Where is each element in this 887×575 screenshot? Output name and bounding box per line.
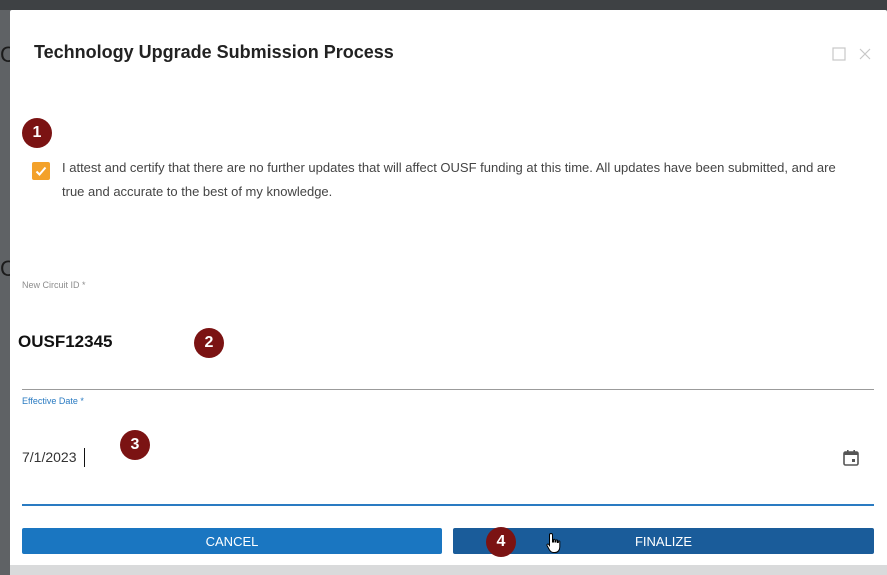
maximize-icon[interactable] — [831, 46, 847, 62]
checkmark-icon — [35, 166, 47, 176]
attest-checkbox[interactable] — [32, 162, 50, 180]
window-controls — [831, 46, 873, 62]
backdrop-text-fragment: C — [0, 42, 10, 67]
hand-pointer-icon — [546, 532, 561, 553]
text-caret — [84, 448, 85, 467]
circuit-id-underline — [22, 389, 874, 390]
attestation-text: I attest and certify that there are no f… — [62, 160, 836, 199]
effective-date-input[interactable] — [22, 449, 222, 465]
step-marker-2: 2 — [194, 328, 224, 358]
calendar-icon[interactable] — [842, 449, 860, 467]
backdrop — [0, 0, 887, 10]
backdrop-text-fragment: C — [0, 256, 10, 281]
submission-dialog: Technology Upgrade Submission Process 1 … — [10, 10, 887, 575]
effective-date-underline — [22, 504, 874, 506]
circuit-id-label: New Circuit ID * — [22, 280, 86, 290]
cancel-button[interactable]: CANCEL — [22, 528, 442, 554]
backdrop-strip — [10, 565, 887, 575]
effective-date-label: Effective Date * — [22, 396, 84, 406]
close-icon[interactable] — [857, 46, 873, 62]
step-marker-4: 4 — [486, 527, 516, 557]
finalize-button[interactable]: FINALIZE — [453, 528, 874, 554]
step-marker-1: 1 — [22, 118, 52, 148]
dialog-title: Technology Upgrade Submission Process — [34, 42, 394, 62]
circuit-id-input[interactable] — [18, 332, 318, 352]
